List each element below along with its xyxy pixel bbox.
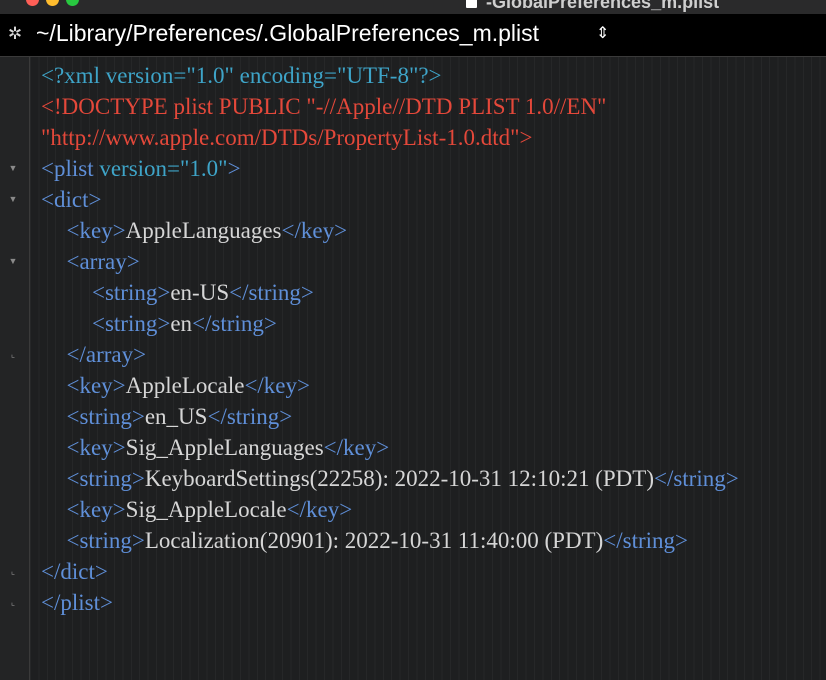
code-token-tag: <array>	[66, 249, 140, 274]
document-icon	[466, 0, 477, 8]
code-token-text: en-US	[170, 280, 230, 305]
code-token-tag: >	[227, 156, 241, 181]
code-token-text: AppleLanguages	[125, 218, 282, 243]
code-token-text: en	[170, 311, 193, 336]
code-token-tag: <key>	[66, 497, 126, 522]
fold-open-triangle-icon[interactable]: ▼	[7, 162, 19, 174]
path-bar[interactable]: ✲ ~/Library/Preferences/.GlobalPreferenc…	[0, 14, 826, 57]
file-path[interactable]: ~/Library/Preferences/.GlobalPreferences…	[36, 20, 539, 47]
code-token-tag: </array>	[66, 342, 147, 367]
code-line[interactable]: <key>AppleLocale</key>	[67, 370, 310, 401]
code-token-tag: </string>	[229, 280, 314, 305]
code-token-tag: </key>	[286, 497, 353, 522]
code-line[interactable]: <!DOCTYPE plist PUBLIC "-//Apple//DTD PL…	[41, 91, 606, 122]
code-token-tag: </key>	[281, 218, 348, 243]
code-token-tag: <string>	[92, 311, 171, 336]
fold-open-triangle-icon[interactable]: ▼	[7, 255, 19, 267]
code-line[interactable]: <key>AppleLanguages</key>	[67, 215, 348, 246]
code-token-tag: <string>	[66, 528, 145, 553]
code-line[interactable]: "http://www.apple.com/DTDs/PropertyList-…	[41, 122, 532, 153]
code-token-decl: <?xml version="1.0" encoding="UTF-8"?>	[41, 63, 442, 88]
code-token-doctype: "http://www.apple.com/DTDs/PropertyList-…	[41, 125, 533, 150]
up-down-chevron-icon[interactable]: ⇕	[596, 24, 609, 44]
code-token-tag: </plist>	[41, 590, 113, 615]
code-line[interactable]: <key>Sig_AppleLocale</key>	[67, 494, 353, 525]
code-token-tag: <string>	[92, 280, 171, 305]
code-token-text: Sig_AppleLocale	[125, 497, 287, 522]
code-token-tag: </key>	[244, 373, 310, 398]
fold-end-icon[interactable]: ⌞	[7, 596, 19, 608]
code-line[interactable]: <string>en</string>	[92, 308, 277, 339]
code-token-tag: </dict>	[41, 559, 108, 584]
code-token-text: Localization(20901): 2022-10-31 11:40:00…	[144, 528, 604, 553]
code-token-decl: version="1.0"	[99, 156, 228, 181]
code-token-doctype: <!DOCTYPE plist PUBLIC "-//Apple//DTD PL…	[41, 94, 607, 119]
window-titlebar: -GlobalPreferences_m.plist	[0, 0, 826, 14]
minimize-window-button[interactable]	[46, 0, 59, 6]
window-title: -GlobalPreferences_m.plist	[486, 0, 720, 12]
code-editor[interactable]: <?xml version="1.0" encoding="UTF-8"?> <!…	[30, 57, 826, 680]
code-line[interactable]: <dict>	[41, 184, 101, 215]
code-line[interactable]: <?xml version="1.0" encoding="UTF-8"?>	[41, 60, 442, 91]
code-token-text: KeyboardSettings(22258): 2022-10-31 12:1…	[144, 466, 654, 491]
gear-icon[interactable]: ✲	[6, 24, 24, 44]
zoom-window-button[interactable]	[66, 0, 79, 6]
code-token-tag: </string>	[603, 528, 688, 553]
code-line[interactable]: <string>Localization(20901): 2022-10-31 …	[67, 525, 689, 556]
code-line[interactable]: <string>en_US</string>	[67, 401, 293, 432]
code-line[interactable]: <string>KeyboardSettings(22258): 2022-10…	[67, 463, 739, 494]
code-line[interactable]: </plist>	[41, 587, 113, 618]
code-line[interactable]: <string>en-US</string>	[92, 277, 314, 308]
code-token-tag: <key>	[66, 373, 126, 398]
code-line[interactable]: <key>Sig_AppleLanguages</key>	[67, 432, 390, 463]
line-gutter: ▼ ▼ ▼ ⌞ ⌞ ⌞	[0, 57, 30, 680]
code-token-tag: <key>	[66, 218, 126, 243]
close-window-button[interactable]	[26, 0, 39, 6]
code-token-tag: <key>	[66, 435, 126, 460]
code-line[interactable]: <array>	[67, 246, 140, 277]
code-token-tag: <dict>	[41, 187, 102, 212]
code-token-text: Sig_AppleLanguages	[125, 435, 324, 460]
code-token-text: en_US	[144, 404, 208, 429]
fold-open-triangle-icon[interactable]: ▼	[7, 193, 19, 205]
code-token-tag: </string>	[207, 404, 293, 429]
fold-end-icon[interactable]: ⌞	[7, 348, 19, 360]
code-token-text: AppleLocale	[125, 373, 245, 398]
code-token-tag: </string>	[653, 466, 739, 491]
code-line[interactable]: </array>	[67, 339, 147, 370]
fold-end-icon[interactable]: ⌞	[7, 565, 19, 577]
code-token-tag: <string>	[66, 466, 145, 491]
code-token-tag: </string>	[192, 311, 277, 336]
code-token-tag: </key>	[323, 435, 390, 460]
code-line[interactable]: <plist version="1.0">	[41, 153, 241, 184]
code-line[interactable]: </dict>	[41, 556, 108, 587]
code-token-tag: <string>	[66, 404, 145, 429]
code-token-tag: <plist	[41, 156, 100, 181]
